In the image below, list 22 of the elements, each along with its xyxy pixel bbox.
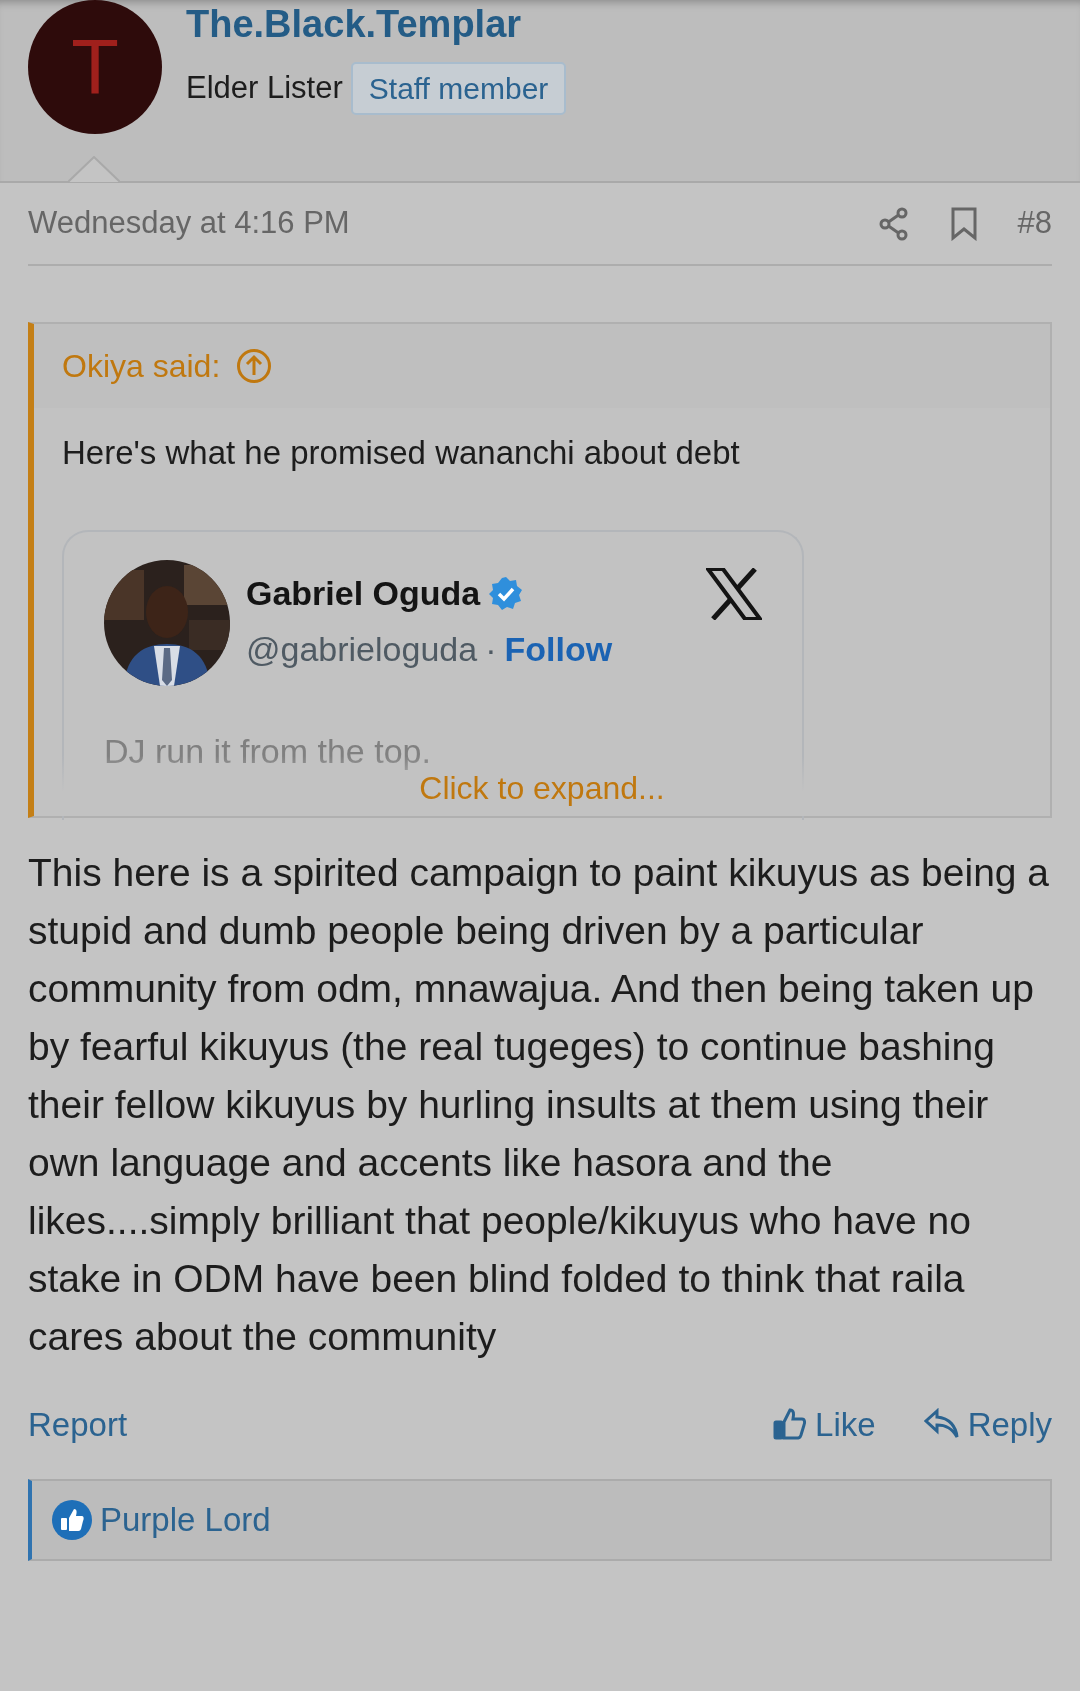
follow-link[interactable]: Follow <box>504 623 613 675</box>
post-body: This here is a spirited campaign to paint kikuyus as being a stupid and dumb people being driven by a particular community from odm, mnawajua. And then being taken up by fearful kikuyus (the real tugeges) to continue bashing their fellow kikuyus by hurling insults at them using their own language and accents like hasora and the likes....simply brilliant that people/kikuyus who have no stake in ODM have been blind folded to think that raila cares about the community <box>27 849 1051 1360</box>
thumbs-up-icon <box>773 1407 808 1442</box>
separator-dot: · <box>485 628 497 670</box>
x-logo-icon[interactable] <box>706 567 762 620</box>
quote-author[interactable]: Okiya said: <box>62 342 221 390</box>
user-avatar[interactable]: T <box>28 0 162 134</box>
tweet-handle[interactable]: @gabrieloguda <box>246 623 478 675</box>
username[interactable]: The.Black.Templar <box>186 4 567 46</box>
post-number[interactable]: #8 <box>1017 200 1052 247</box>
staff-badge: Staff member <box>350 61 567 115</box>
bookmark-icon[interactable] <box>949 206 978 241</box>
like-link[interactable]: Like <box>773 1399 876 1449</box>
reply-link[interactable]: Reply <box>923 1399 1052 1449</box>
quote-text: Here's what he promised wananchi about debt <box>61 433 741 473</box>
reaction-users-link[interactable]: Purple Lord <box>100 1495 271 1545</box>
user-title: Elder Lister <box>186 69 343 108</box>
report-link[interactable]: Report <box>28 1399 128 1449</box>
tweet-author-name[interactable]: Gabriel Oguda <box>246 568 481 619</box>
share-icon[interactable] <box>877 206 910 241</box>
like-reaction-icon <box>52 1500 92 1540</box>
post-date[interactable]: Wednesday at 4:16 PM <box>28 200 350 247</box>
